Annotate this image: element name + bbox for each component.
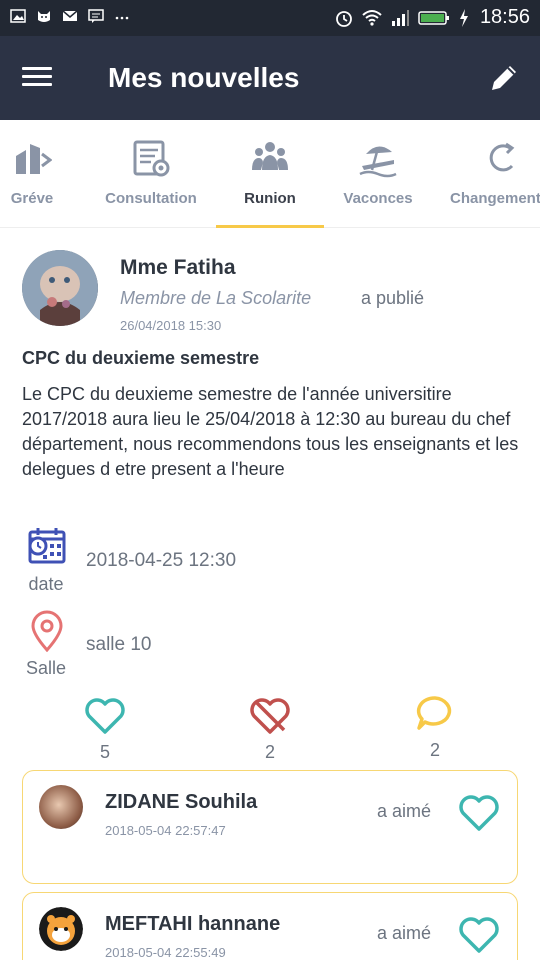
activity-action: a aimé	[377, 923, 432, 943]
more-icon	[115, 16, 129, 20]
tab-changement[interactable]: Changement	[446, 120, 540, 228]
post-action: a publié	[361, 288, 425, 308]
alarm-icon	[336, 10, 352, 27]
message-icon	[88, 9, 104, 23]
charging-icon	[459, 8, 468, 27]
system-icons: 18:56	[334, 6, 530, 29]
heart-icon	[85, 698, 125, 734]
activity-card[interactable]: MEFTAHI hannane 2018-05-04 22:55:49 a ai…	[22, 892, 518, 960]
broken-heart-icon	[250, 698, 290, 734]
tab-label: Gréve	[10, 190, 54, 207]
tab-label: Consultation	[105, 190, 197, 207]
tab-consultation[interactable]: Consultation	[96, 120, 206, 228]
user-name[interactable]: MEFTAHI hannane	[105, 913, 280, 936]
comment-count: 2	[429, 740, 440, 760]
user-avatar[interactable]	[39, 785, 83, 829]
like-reaction[interactable]: 5	[75, 694, 135, 763]
meeting-icon	[252, 142, 288, 170]
post-title: CPC du deuxieme semestre	[22, 348, 260, 368]
author-avatar[interactable]	[22, 250, 98, 326]
menu-button[interactable]	[22, 62, 62, 94]
date-label: date	[28, 574, 64, 594]
post-timestamp: 26/04/2018 15:30	[120, 318, 222, 333]
vacation-icon	[359, 146, 397, 178]
signal-icon	[391, 9, 409, 26]
menu-icon-line	[22, 83, 52, 86]
consultation-icon	[133, 140, 170, 177]
speech-bubble-icon	[416, 696, 452, 730]
event-date: 2018-04-25 12:30	[86, 550, 237, 571]
like-count: 5	[99, 742, 110, 762]
tab-label: Changement	[450, 190, 540, 207]
strike-icon	[16, 144, 52, 174]
category-tabs: Gréve Consultation Runion Vaconces Chang…	[0, 120, 540, 228]
image-icon	[10, 9, 26, 23]
change-icon	[489, 142, 515, 172]
tab-label: Vaconces	[343, 190, 413, 207]
active-tab-indicator	[216, 225, 324, 228]
app-bar: Mes nouvelles	[0, 36, 540, 120]
author-name[interactable]: Mme Fatiha	[120, 256, 236, 280]
heart-icon	[459, 917, 499, 953]
dislike-count: 2	[264, 742, 275, 762]
user-avatar[interactable]	[39, 907, 83, 951]
event-place: salle 10	[86, 634, 152, 655]
pencil-icon	[492, 66, 516, 90]
activity-card[interactable]: ZIDANE Souhila 2018-05-04 22:57:47 a aim…	[22, 770, 518, 884]
tab-vaconces[interactable]: Vaconces	[330, 120, 426, 228]
notification-icons	[10, 8, 130, 24]
post-body: Le CPC du deuxieme semestre de l'année u…	[22, 384, 519, 479]
clock: 18:56	[479, 6, 530, 28]
tab-runion[interactable]: Runion	[216, 120, 324, 228]
mail-icon	[62, 10, 78, 21]
cat-icon	[38, 11, 50, 22]
page-title: Mes nouvelles	[108, 62, 300, 93]
heart-icon	[459, 795, 499, 831]
activity-action: a aimé	[377, 801, 432, 821]
wifi-icon	[362, 9, 382, 26]
comment-reaction[interactable]: 2	[405, 692, 465, 761]
dislike-reaction[interactable]: 2	[240, 694, 300, 763]
menu-icon-line	[22, 75, 52, 78]
place-label: Salle	[25, 658, 67, 678]
activity-timestamp: 2018-05-04 22:55:49	[105, 945, 226, 960]
tab-label: Runion	[244, 190, 296, 207]
activity-timestamp: 2018-05-04 22:57:47	[105, 823, 226, 838]
user-name[interactable]: ZIDANE Souhila	[105, 791, 257, 814]
author-role: Membre de La Scolarite	[120, 288, 312, 308]
tab-greve[interactable]: Gréve	[0, 120, 64, 228]
calendar-clock-icon	[28, 528, 66, 564]
location-pin-icon	[31, 610, 63, 652]
menu-icon-line	[22, 67, 52, 70]
edit-button[interactable]	[486, 60, 522, 96]
avatar-photo	[22, 250, 98, 326]
status-bar: 18:56	[0, 0, 540, 36]
battery-icon	[418, 10, 449, 25]
